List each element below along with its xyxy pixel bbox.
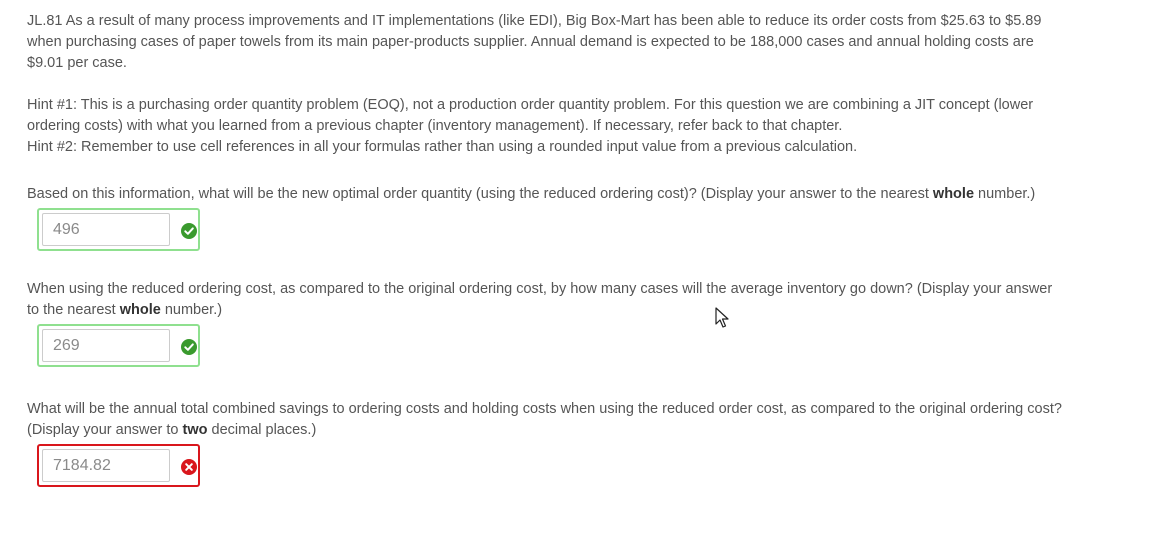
mouse-cursor-icon <box>715 307 729 333</box>
hint-2: Hint #2: Remember to use cell references… <box>27 139 858 155</box>
part-1-prompt: Based on this information, what will be … <box>27 186 1036 202</box>
check-circle-icon <box>181 223 197 239</box>
part-1-answer-input[interactable] <box>42 213 170 246</box>
question-intro: JL.81 As a result of many process improv… <box>27 13 1042 71</box>
part-3-answer-input[interactable] <box>42 449 170 482</box>
part-2-answer-input[interactable] <box>42 329 170 362</box>
x-circle-icon <box>181 459 197 475</box>
part-2-answer-box <box>37 324 200 367</box>
part-1-answer-box <box>37 208 200 251</box>
part-2-prompt: When using the reduced ordering cost, as… <box>27 281 1053 318</box>
check-circle-icon <box>181 339 197 355</box>
hint-1: Hint #1: This is a purchasing order quan… <box>27 97 1034 134</box>
part-3-answer-box <box>37 444 200 487</box>
part-3-prompt: What will be the annual total combined s… <box>27 401 1062 438</box>
